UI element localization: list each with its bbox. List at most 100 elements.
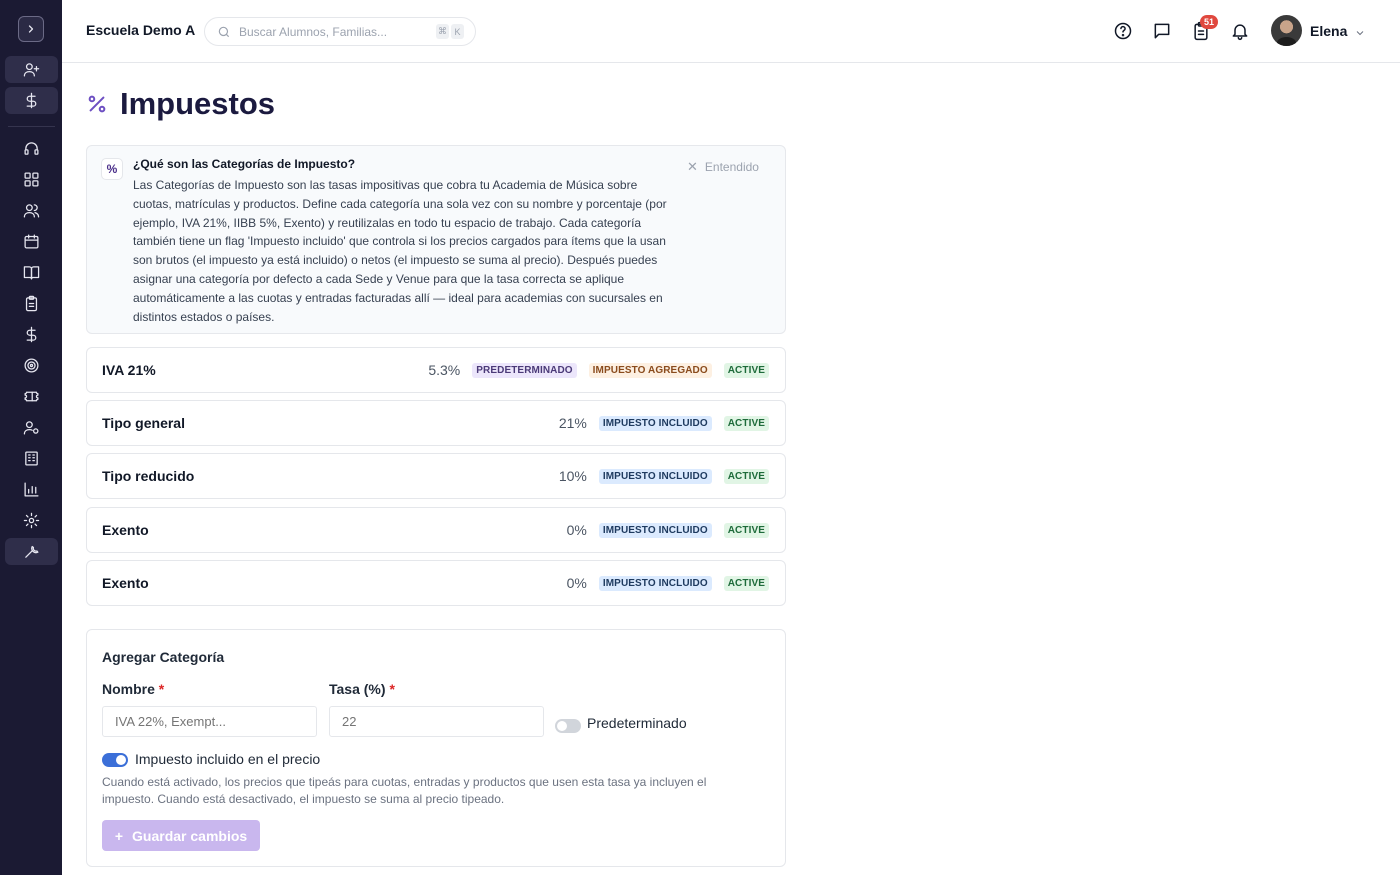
sidebar-item-billing[interactable] <box>5 321 58 348</box>
sidebar-item-add-student[interactable] <box>5 56 58 83</box>
tax-category-row[interactable]: Exento 0% IMPUESTO INCLUIDO ACTIVE <box>86 560 786 606</box>
gear-icon <box>23 512 40 529</box>
messages-button[interactable] <box>1152 21 1172 41</box>
rate-field-label: Tasa (%) * <box>329 681 395 697</box>
info-body: Las Categorías de Impuesto son las tasas… <box>133 178 667 324</box>
status-badge: ACTIVE <box>723 575 769 591</box>
search-placeholder: Buscar Alumnos, Familias... <box>239 25 388 39</box>
tax-category-row[interactable]: IVA 21% 5.3% PREDETERMINADO IMPUESTO AGR… <box>86 347 786 393</box>
help-circle-icon <box>1114 22 1132 40</box>
tax-added-badge: IMPUESTO AGREGADO <box>588 362 712 378</box>
tax-category-name: Tipo reducido <box>102 468 195 484</box>
sidebar-item-calendar[interactable] <box>5 228 58 255</box>
user-gear-icon <box>23 421 39 435</box>
sidebar-item-support[interactable] <box>5 135 58 162</box>
close-icon: ✕ <box>687 159 698 174</box>
search-input[interactable]: Buscar Alumnos, Familias... ⌘ K <box>204 17 476 46</box>
headset-icon <box>24 142 39 155</box>
tax-category-name: IVA 21% <box>102 362 156 378</box>
target-icon <box>24 358 39 373</box>
default-badge: PREDETERMINADO <box>472 362 577 378</box>
default-toggle[interactable] <box>555 719 581 733</box>
required-marker: * <box>158 681 165 697</box>
save-button[interactable]: + Guardar cambios <box>102 820 260 851</box>
sidebar-item-reports[interactable] <box>5 476 58 503</box>
sidebar-item-tools[interactable] <box>5 538 58 565</box>
tax-included-badge: IMPUESTO INCLUIDO <box>598 415 712 431</box>
info-callout: % ¿Qué son las Categorías de Impuesto? L… <box>86 145 786 334</box>
sidebar-item-attendance[interactable] <box>5 290 58 317</box>
info-title: ¿Qué son las Categorías de Impuesto? <box>133 157 356 171</box>
status-badge: ACTIVE <box>723 415 769 431</box>
status-badge: ACTIVE <box>723 362 769 378</box>
user-menu-chevron[interactable] <box>1354 26 1366 38</box>
save-button-label: Guardar cambios <box>132 827 248 844</box>
avatar[interactable] <box>1271 15 1302 46</box>
user-plus-icon <box>23 63 40 77</box>
tax-category-row[interactable]: Tipo reducido 10% IMPUESTO INCLUIDO ACTI… <box>86 453 786 499</box>
shortcut-key-cmd: ⌘ <box>436 24 449 39</box>
status-badge: ACTIVE <box>723 468 769 484</box>
tax-included-toggle[interactable] <box>102 753 128 767</box>
name-input[interactable] <box>102 706 317 737</box>
sidebar-item-goals[interactable] <box>5 352 58 379</box>
tax-category-rate: 10% <box>558 468 587 484</box>
sidebar-item-locations[interactable] <box>5 445 58 472</box>
building-icon <box>25 451 38 466</box>
message-icon <box>1154 23 1170 39</box>
chevron-right-icon <box>28 25 34 33</box>
users-icon <box>23 204 40 218</box>
form-title: Agregar Categoría <box>102 649 225 665</box>
dismiss-button[interactable]: ✕ Entendido <box>687 159 759 175</box>
tax-included-badge: IMPUESTO INCLUIDO <box>598 575 712 591</box>
sidebar-item-payments[interactable] <box>5 87 58 114</box>
ticket-icon <box>24 391 39 402</box>
required-marker: * <box>389 681 395 697</box>
rate-input[interactable] <box>329 706 544 737</box>
chart-icon <box>24 482 39 497</box>
toggle-knob <box>557 721 567 731</box>
dismiss-label: Entendido <box>704 160 759 174</box>
bell-icon <box>1232 24 1248 41</box>
tax-category-name: Exento <box>102 575 149 591</box>
sidebar-item-courses[interactable] <box>5 259 58 286</box>
search-icon <box>218 26 230 38</box>
school-name[interactable]: Escuela Demo A <box>86 22 195 38</box>
clipboard-icon <box>25 295 38 312</box>
wrench-icon <box>25 545 39 558</box>
name-label-text: Nombre <box>102 681 155 697</box>
notification-count-badge: 51 <box>1200 15 1218 29</box>
sidebar <box>0 0 62 875</box>
tax-included-badge: IMPUESTO INCLUIDO <box>598 468 712 484</box>
percent-icon: % <box>101 158 123 180</box>
tax-category-row[interactable]: Tipo general 21% IMPUESTO INCLUIDO ACTIV… <box>86 400 786 446</box>
tax-included-hint: Cuando está activado, los precios que ti… <box>102 775 707 806</box>
notifications-button[interactable] <box>1230 21 1250 41</box>
add-category-form: Agregar Categoría Nombre * Tasa (%) * Pr… <box>86 629 786 867</box>
sidebar-item-tickets[interactable] <box>5 383 58 410</box>
sidebar-item-students[interactable] <box>5 197 58 224</box>
default-toggle-label: Predeterminado <box>587 715 687 731</box>
page-title: Impuestos <box>120 86 276 121</box>
calendar-icon <box>24 234 39 249</box>
sidebar-item-settings[interactable] <box>5 507 58 534</box>
user-name[interactable]: Elena <box>1310 23 1347 39</box>
book-icon <box>23 266 40 280</box>
sidebar-item-staff[interactable] <box>5 414 58 441</box>
sidebar-item-dashboard[interactable] <box>5 166 58 193</box>
tax-category-row[interactable]: Exento 0% IMPUESTO INCLUIDO ACTIVE <box>86 507 786 553</box>
chevron-down-icon <box>1356 31 1364 36</box>
sidebar-divider <box>8 126 55 127</box>
tax-category-rate: 21% <box>558 415 587 431</box>
status-badge: ACTIVE <box>723 522 769 538</box>
plus-icon: + <box>114 827 124 844</box>
toggle-knob <box>116 755 126 765</box>
help-button[interactable] <box>1113 21 1133 41</box>
shortcut-key-k: K <box>451 24 464 39</box>
name-field-label: Nombre * <box>102 681 164 697</box>
grid-icon <box>24 172 39 187</box>
tax-category-name: Exento <box>102 522 149 538</box>
tax-category-rate: 0% <box>566 522 587 538</box>
dollar-icon <box>26 92 37 109</box>
sidebar-expand-button[interactable] <box>18 16 44 42</box>
